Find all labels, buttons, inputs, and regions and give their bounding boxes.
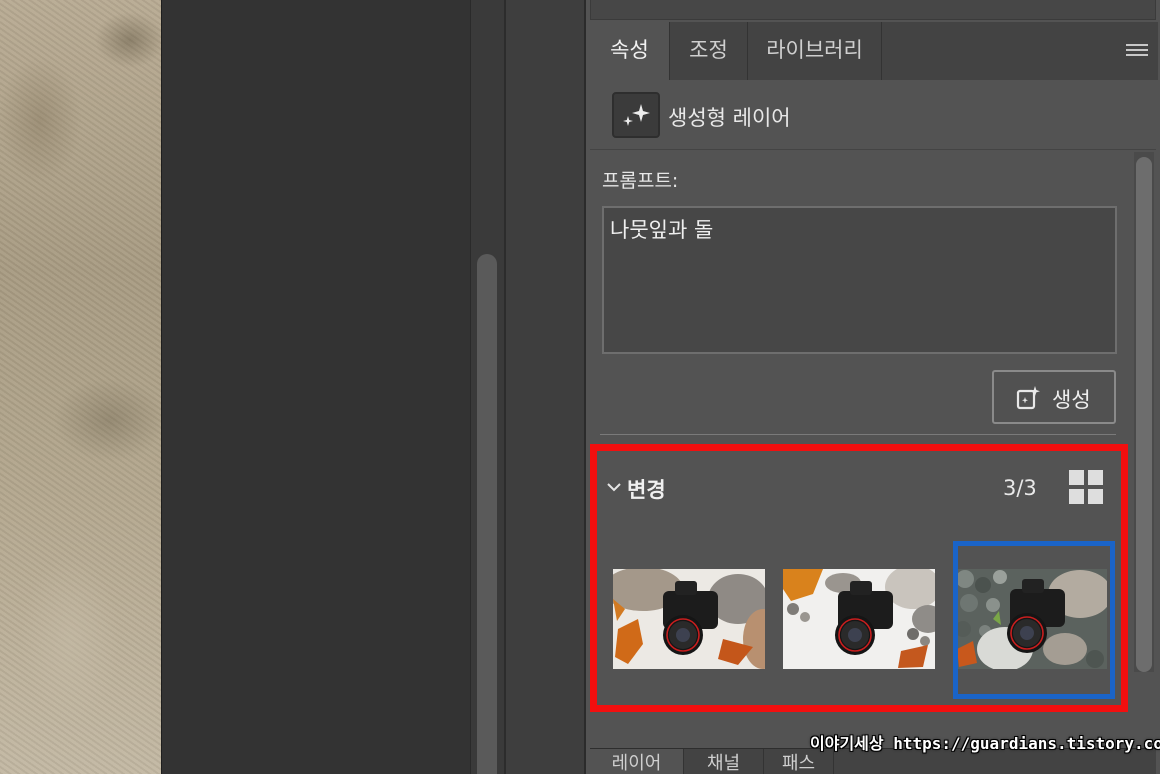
watermark: 이야기세상 https://guardians.tistory.com (810, 734, 1160, 753)
layer-type-header: 생성형 레이어 (590, 80, 1156, 150)
panel-menu-icon[interactable] (1126, 44, 1148, 58)
generate-sparkle-icon (1016, 385, 1042, 411)
section-divider (600, 434, 1116, 435)
tab-properties[interactable]: 속성 (590, 22, 670, 80)
panel-gutter (504, 0, 584, 774)
prompt-input[interactable]: 나뭇잎과 돌 (602, 206, 1117, 354)
variation-thumbnail-1[interactable] (613, 569, 765, 669)
canvas-scroll-thumb[interactable] (477, 254, 497, 774)
properties-panel: 속성 조정 라이브러리 생성형 레이어 프롬프트: 나뭇잎과 돌 생성 변경 3… (584, 0, 1160, 774)
sparkle-icon (612, 92, 660, 138)
chevron-down-icon[interactable] (607, 479, 621, 493)
tab-channels[interactable]: 채널 (684, 749, 764, 774)
generate-button[interactable]: 생성 (992, 370, 1116, 424)
generate-button-label: 생성 (1052, 388, 1091, 412)
variation-thumbnail-2[interactable] (783, 569, 935, 669)
panel-tabbar: 속성 조정 라이브러리 (590, 22, 1158, 80)
variations-title[interactable]: 변경 (627, 474, 666, 504)
pasteboard (162, 0, 470, 774)
prompt-label: 프롬프트: (602, 170, 679, 192)
variations-section: 변경 3/3 (590, 444, 1128, 712)
grid-view-icon[interactable] (1069, 470, 1103, 504)
panel-top-strip (590, 0, 1156, 20)
document-canvas[interactable] (0, 0, 162, 774)
tab-libraries[interactable]: 라이브러리 (748, 22, 882, 80)
variations-count: 3/3 (1003, 476, 1037, 500)
selected-variation-frame (953, 541, 1115, 699)
layer-type-label: 생성형 레이어 (668, 106, 791, 130)
tab-layers[interactable]: 레이어 (590, 749, 684, 774)
properties-scroll-thumb[interactable] (1136, 157, 1152, 672)
tab-adjustments[interactable]: 조정 (670, 22, 748, 80)
